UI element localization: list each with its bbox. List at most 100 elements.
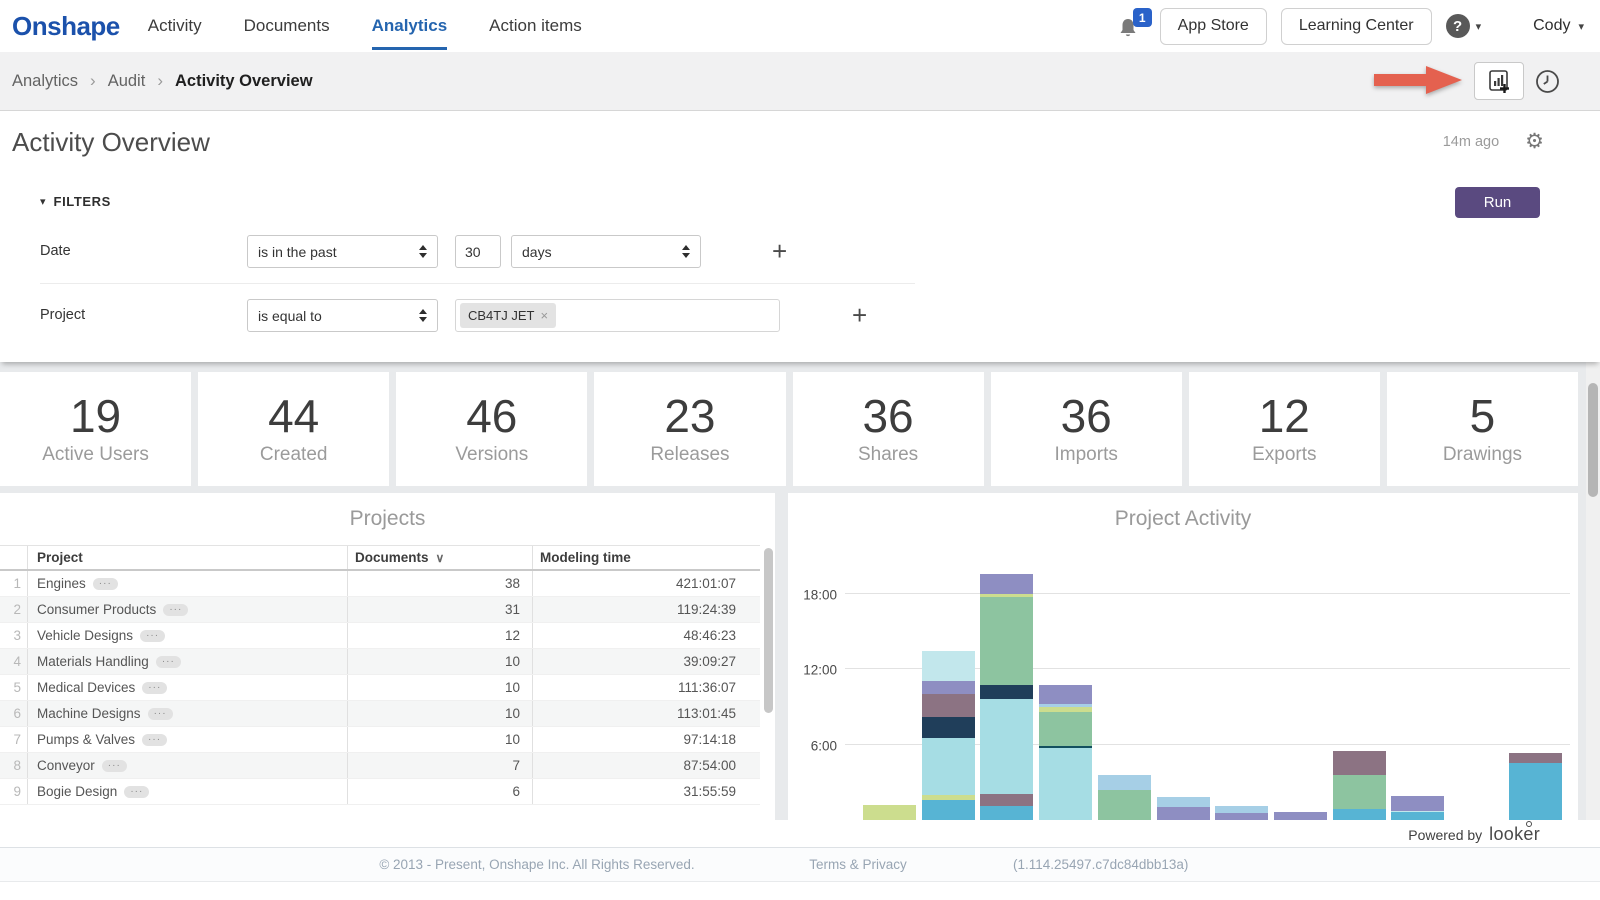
bar-segment-chartreuse[interactable] bbox=[922, 795, 975, 799]
bar-segment-purple[interactable] bbox=[1039, 685, 1092, 703]
row-menu-ellipsis-icon[interactable]: ··· bbox=[142, 682, 167, 694]
project-operator-select[interactable]: is equal to bbox=[247, 299, 438, 332]
scrollbar-thumb[interactable] bbox=[1588, 383, 1598, 497]
stat-card-active-users: 19Active Users bbox=[0, 372, 191, 486]
add-date-filter-button[interactable]: + bbox=[772, 236, 787, 266]
chevron-down-icon: ▾ bbox=[1476, 20, 1482, 33]
remove-tag-icon[interactable]: × bbox=[540, 308, 548, 323]
top-nav-right: 1 App Store Learning Center ? ▾ Cody ▾ bbox=[1116, 0, 1584, 52]
app-store-button[interactable]: App Store bbox=[1160, 8, 1267, 45]
row-menu-ellipsis-icon[interactable]: ··· bbox=[163, 604, 188, 616]
gear-icon[interactable]: ⚙ bbox=[1525, 131, 1544, 152]
bar-segment-navy[interactable] bbox=[922, 717, 975, 737]
project-name-cell: Bogie Design··· bbox=[28, 779, 348, 804]
bar-segment-light_blue[interactable] bbox=[1157, 797, 1210, 808]
run-button[interactable]: Run bbox=[1455, 187, 1540, 218]
bar-segment-light_blue[interactable] bbox=[1039, 704, 1092, 707]
modeling-time-cell: 421:01:07 bbox=[533, 576, 760, 591]
bar-segment-pale_cyan[interactable] bbox=[980, 699, 1033, 795]
row-number: 3 bbox=[0, 623, 28, 648]
nav-item-activity[interactable]: Activity bbox=[148, 0, 202, 52]
user-menu[interactable]: Cody ▾ bbox=[1495, 11, 1584, 41]
help-menu[interactable]: ? ▾ bbox=[1446, 14, 1482, 38]
date-value-input[interactable] bbox=[455, 235, 501, 268]
bar-segment-light_blue[interactable] bbox=[1098, 775, 1151, 789]
project-name-cell: Conveyor··· bbox=[28, 753, 348, 778]
notifications-button[interactable]: 1 bbox=[1116, 10, 1146, 42]
bar-segment-green[interactable] bbox=[1039, 712, 1092, 746]
row-menu-ellipsis-icon[interactable]: ··· bbox=[93, 578, 118, 590]
bar-segment-teal[interactable] bbox=[980, 806, 1033, 820]
row-menu-ellipsis-icon[interactable]: ··· bbox=[142, 734, 167, 746]
bar-segment-purple[interactable] bbox=[1157, 807, 1210, 820]
primary-nav: Activity Documents Analytics Action items bbox=[148, 0, 582, 52]
bar-segment-chartreuse[interactable] bbox=[863, 805, 916, 820]
bar-segment-green[interactable] bbox=[980, 597, 1033, 685]
bar-segment-pale_cyan[interactable] bbox=[922, 738, 975, 796]
bar-segment-pale_cyan[interactable] bbox=[1039, 748, 1092, 820]
nav-item-documents[interactable]: Documents bbox=[244, 0, 330, 52]
row-menu-ellipsis-icon[interactable]: ··· bbox=[124, 786, 149, 798]
bar-segment-light_blue[interactable] bbox=[1215, 806, 1268, 813]
bar-segment-teal[interactable] bbox=[1333, 809, 1386, 820]
bar-segment-purple[interactable] bbox=[1274, 812, 1327, 820]
breadcrumb-item-activity-overview: Activity Overview bbox=[175, 72, 313, 91]
nav-item-analytics[interactable]: Analytics bbox=[372, 0, 448, 52]
onshape-logo[interactable]: Onshape bbox=[12, 11, 120, 42]
row-menu-ellipsis-icon[interactable]: ··· bbox=[102, 760, 127, 772]
bar-segment-plum[interactable] bbox=[1333, 751, 1386, 776]
bar-segment-teal[interactable] bbox=[1509, 763, 1562, 820]
table-row: 6Machine Designs···10113:01:45 bbox=[0, 701, 760, 727]
bar-segment-purple[interactable] bbox=[1391, 796, 1444, 810]
bar-segment-chartreuse[interactable] bbox=[1039, 707, 1092, 712]
date-operator-select[interactable]: is in the past bbox=[247, 235, 438, 268]
column-header-modeling-time[interactable]: Modeling time bbox=[533, 550, 760, 565]
add-project-filter-button[interactable]: + bbox=[852, 300, 867, 330]
bar-segment-green[interactable] bbox=[1098, 790, 1151, 820]
add-look-to-dashboard-button[interactable] bbox=[1474, 62, 1524, 100]
bar-segment-purple[interactable] bbox=[980, 574, 1033, 594]
bar-segment-plum[interactable] bbox=[980, 794, 1033, 806]
bar-segment-dark_teal[interactable] bbox=[1039, 746, 1092, 749]
project-tag-chip[interactable]: CB4TJ JET × bbox=[460, 303, 556, 328]
project-name-cell: Medical Devices··· bbox=[28, 675, 348, 700]
table-row: 9Bogie Design···631:55:59 bbox=[0, 779, 760, 805]
page-scrollbar[interactable] bbox=[1586, 362, 1600, 820]
column-header-project[interactable]: Project bbox=[28, 546, 348, 569]
bar-segment-plum[interactable] bbox=[922, 694, 975, 717]
breadcrumb-item-analytics[interactable]: Analytics bbox=[12, 72, 78, 91]
project-tag-input[interactable]: CB4TJ JET × bbox=[455, 299, 780, 332]
terms-privacy-link[interactable]: Terms & Privacy bbox=[809, 857, 907, 872]
project-name: Vehicle Designs bbox=[37, 628, 133, 643]
onshape-analytics-page: Onshape Activity Documents Analytics Action… bbox=[0, 0, 1600, 900]
select-value: is equal to bbox=[258, 308, 322, 324]
row-menu-ellipsis-icon[interactable]: ··· bbox=[156, 656, 181, 668]
chip-label: CB4TJ JET bbox=[468, 308, 534, 323]
nav-item-action-items[interactable]: Action items bbox=[489, 0, 582, 52]
row-menu-ellipsis-icon[interactable]: ··· bbox=[140, 630, 165, 642]
user-name: Cody bbox=[1533, 17, 1570, 35]
filters-toggle[interactable]: ▾ FILTERS bbox=[40, 194, 111, 209]
schedule-history-button[interactable] bbox=[1535, 69, 1560, 94]
bar-segment-green[interactable] bbox=[1333, 775, 1386, 808]
bar-segment-lightest_cyan[interactable] bbox=[922, 651, 975, 681]
bar-segment-plum[interactable] bbox=[1509, 753, 1562, 763]
breadcrumb-item-audit[interactable]: Audit bbox=[108, 72, 146, 91]
bar-segment-navy[interactable] bbox=[980, 685, 1033, 698]
learning-center-button[interactable]: Learning Center bbox=[1281, 8, 1432, 45]
stat-value: 36 bbox=[1061, 392, 1112, 440]
date-unit-select[interactable]: days bbox=[511, 235, 701, 268]
bar-segment-teal[interactable] bbox=[1391, 812, 1444, 820]
stat-tiles: 19Active Users44Created46Versions23Relea… bbox=[0, 372, 1578, 486]
breadcrumb-bar: Analytics›Audit›Activity Overview bbox=[0, 52, 1600, 111]
bar-segment-chartreuse[interactable] bbox=[980, 594, 1033, 597]
bar-segment-teal[interactable] bbox=[922, 800, 975, 820]
bar-segment-purple[interactable] bbox=[922, 681, 975, 694]
bar-segment-purple[interactable] bbox=[1215, 813, 1268, 820]
bar-segment-lightest_cyan[interactable] bbox=[1391, 811, 1444, 813]
column-header-documents[interactable]: Documents ∨ bbox=[348, 546, 533, 569]
looker-logo[interactable]: looker bbox=[1489, 824, 1540, 845]
table-scrollbar[interactable] bbox=[764, 548, 773, 713]
row-menu-ellipsis-icon[interactable]: ··· bbox=[148, 708, 173, 720]
stat-card-drawings: 5Drawings bbox=[1387, 372, 1578, 486]
